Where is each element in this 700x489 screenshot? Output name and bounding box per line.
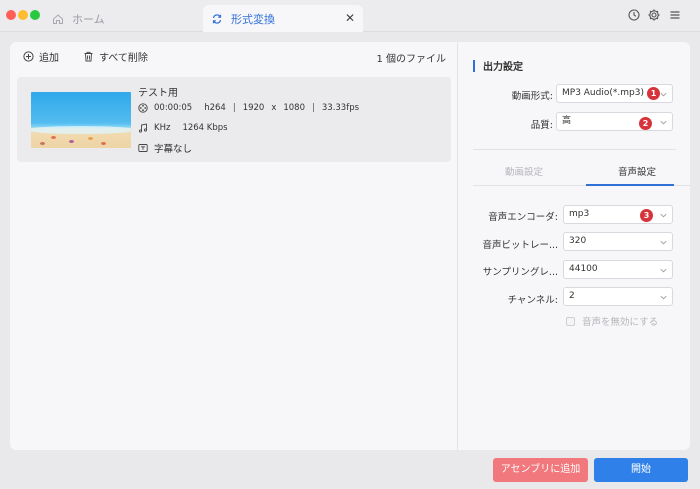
add-button[interactable]: 追加	[23, 49, 59, 64]
bitrate-label: 音声ビットレー...	[482, 240, 558, 251]
step-badge-3: 3	[640, 209, 653, 222]
video-codec: h264	[204, 103, 226, 113]
encoder-label: 音声エンコーダ:	[488, 212, 558, 223]
channel-label: チャンネル:	[507, 295, 558, 306]
menu-icon[interactable]	[668, 8, 682, 22]
history-icon[interactable]	[627, 8, 641, 22]
subtitle-info-row: 字幕なし	[138, 141, 192, 155]
active-subtab-indicator	[586, 184, 674, 186]
quality-select[interactable]: 高	[556, 112, 673, 131]
divider	[473, 149, 676, 150]
tab-audio-settings[interactable]: 音声設定	[586, 164, 688, 178]
home-icon	[53, 13, 63, 24]
file-count: 1 個のファイル	[376, 54, 446, 65]
audio-info-row: KHz 1264 Kbps	[138, 123, 228, 133]
close-window-button[interactable]	[6, 10, 16, 20]
format-value: MP3 Audio(*.mp3)	[562, 88, 644, 98]
output-settings-title: 出力設定	[473, 58, 523, 73]
audio-khz: KHz	[154, 123, 171, 133]
step-badge-2: 2	[639, 117, 652, 130]
minimize-window-button[interactable]	[18, 10, 28, 20]
start-button[interactable]: 開始	[594, 458, 688, 482]
video-width: 1920	[242, 103, 265, 113]
music-note-icon	[138, 123, 148, 133]
video-thumbnail[interactable]	[31, 92, 131, 148]
frame-rate: 33.33fps	[321, 103, 360, 113]
tab-home-label: ホーム	[72, 12, 105, 26]
tab-video-settings[interactable]: 動画設定	[473, 164, 575, 178]
film-reel-icon	[138, 103, 148, 113]
zoom-window-button[interactable]	[30, 10, 40, 20]
encoder-select[interactable]: mp3	[563, 205, 673, 224]
refresh-icon	[212, 13, 222, 24]
encoder-value: mp3	[569, 209, 590, 219]
chevron-down-icon	[660, 295, 667, 300]
add-to-assembly-button[interactable]: アセンブリに追加	[493, 458, 588, 482]
bitrate-select[interactable]: 320	[563, 232, 673, 251]
samplerate-value: 44100	[569, 264, 598, 274]
file-item[interactable]: テスト用 00:00:05 h264 | 1920 x 1080 | 33.33…	[17, 77, 451, 162]
quality-value: 高	[562, 116, 572, 126]
chevron-down-icon	[660, 240, 667, 245]
trash-icon	[84, 51, 93, 61]
bitrate-value: 320	[569, 236, 587, 246]
samplerate-select[interactable]: 44100	[563, 260, 673, 279]
disable-audio-checkbox[interactable]: 音声を無効にする	[566, 314, 658, 328]
format-label: 動画形式:	[511, 91, 553, 102]
add-button-label: 追加	[39, 52, 59, 64]
chevron-down-icon	[660, 213, 667, 218]
chevron-down-icon	[660, 120, 667, 125]
title-bar: ホーム 形式変換 ✕	[0, 0, 700, 32]
resolution-x: x	[271, 103, 277, 113]
delete-all-button-label: すべて削除	[99, 52, 148, 64]
video-height: 1080	[283, 103, 305, 113]
file-toolbar: 追加 すべて削除 1 個のファイル	[10, 42, 458, 70]
tab-format-convert[interactable]: 形式変換 ✕	[203, 5, 363, 32]
chevron-down-icon	[660, 268, 667, 273]
audio-bitrate: 1264 Kbps	[182, 123, 228, 133]
settings-icon[interactable]	[647, 8, 661, 22]
subtitle-status: 字幕なし	[154, 144, 193, 155]
file-list-panel: 追加 すべて削除 1 個のファイル テスト用 00:00:05 h264 | 1…	[10, 42, 458, 450]
quality-label: 品質:	[530, 120, 553, 131]
channel-value: 2	[569, 291, 575, 301]
file-name: テスト用	[138, 88, 178, 99]
plus-circle-icon	[23, 50, 34, 62]
step-badge-1: 1	[647, 87, 660, 100]
main-panel: 追加 すべて削除 1 個のファイル テスト用 00:00:05 h264 | 1…	[10, 42, 690, 450]
channel-select[interactable]: 2	[563, 287, 673, 306]
duration: 00:00:05	[154, 103, 193, 113]
tab-close-icon[interactable]: ✕	[345, 11, 355, 25]
disable-audio-label: 音声を無効にする	[582, 317, 659, 328]
output-settings-panel: 出力設定 動画形式: MP3 Audio(*.mp3) 1 品質: 高 2 動画…	[459, 42, 690, 450]
subtitle-icon	[138, 144, 148, 152]
tab-home[interactable]: ホーム	[52, 5, 105, 32]
tab-format-convert-label: 形式変換	[231, 12, 275, 26]
chevron-down-icon	[660, 92, 667, 97]
video-info-row: 00:00:05 h264 | 1920 x 1080 | 33.33fps	[138, 103, 359, 113]
samplerate-label: サンプリングレ...	[482, 267, 558, 278]
checkbox-box[interactable]	[566, 316, 575, 326]
delete-all-button[interactable]: すべて削除	[83, 49, 148, 64]
